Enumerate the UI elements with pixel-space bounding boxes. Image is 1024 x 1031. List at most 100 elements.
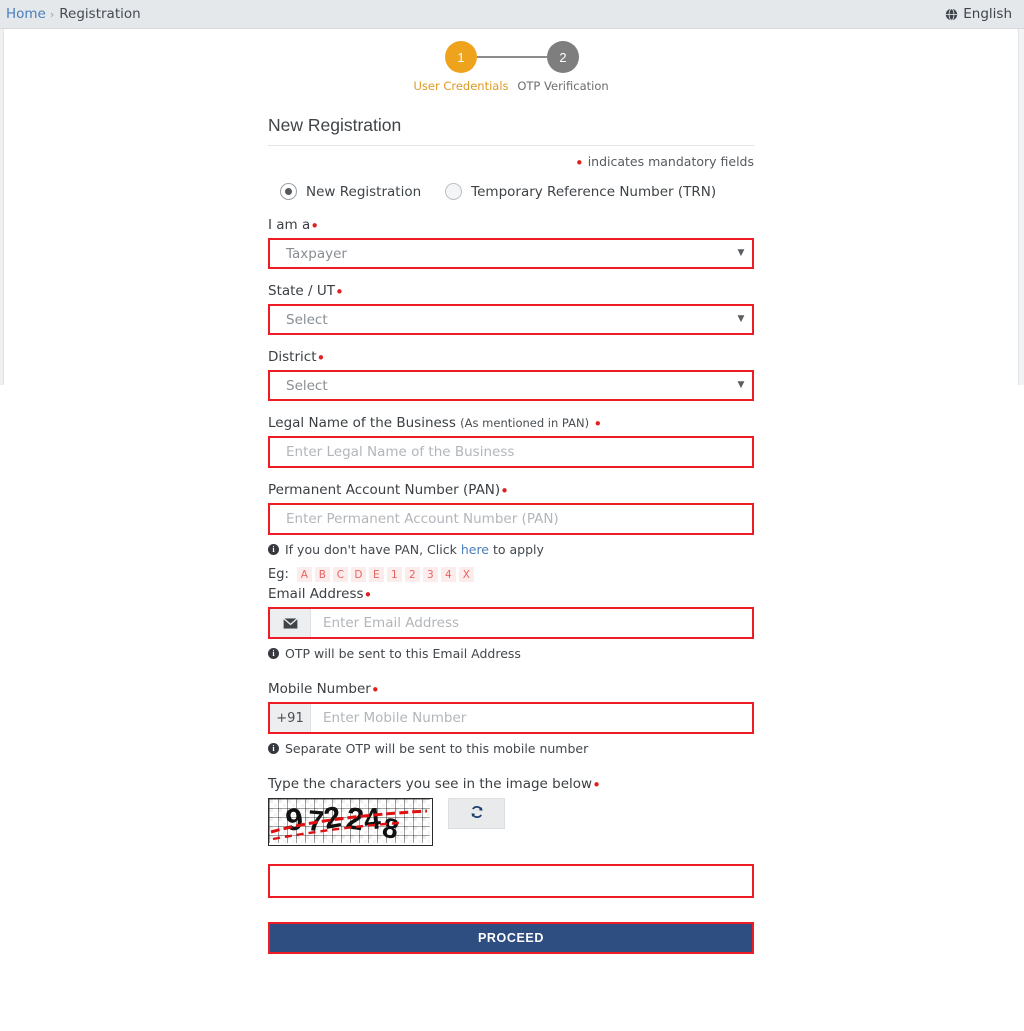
label-i-am-a: I am a• [268,217,754,233]
select-state-ut[interactable]: Select ▼ [268,304,754,335]
radio-trn-label[interactable]: Temporary Reference Number (TRN) [471,184,716,200]
pan-example-char: 4 [441,567,456,582]
step-1-circle[interactable]: 1 [445,41,477,73]
select-i-am-a[interactable]: Taxpayer ▼ [268,238,754,269]
mobile-input[interactable] [311,703,752,733]
pan-hint: i If you don't have PAN, Click here to a… [268,542,754,557]
breadcrumb-home-link[interactable]: Home [6,6,46,22]
language-selector[interactable]: English [945,6,1012,22]
required-marker-i-am-a: • [310,217,319,235]
pan-example-char: X [459,567,474,582]
input-mobile-wrapper[interactable]: +91 [268,702,754,734]
label-captcha: Type the characters you see in the image… [268,776,754,792]
input-email-wrapper[interactable] [268,607,754,639]
field-mobile: Mobile Number• +91 i Separate OTP will b… [268,681,754,756]
select-i-am-a-value: Taxpayer [270,246,730,262]
pan-input[interactable] [270,504,752,534]
step-2-label: OTP Verification [512,79,614,93]
input-captcha-wrapper[interactable] [268,864,754,898]
required-marker-district: • [317,349,326,367]
label-state-ut: State / UT• [268,283,754,299]
pan-example-char: 1 [387,567,402,582]
input-legal-name-wrapper[interactable] [268,436,754,468]
left-gutter-edge [3,29,4,385]
required-marker-legal-name: • [593,415,602,433]
mandatory-fields-note: • indicates mandatory fields [268,154,754,169]
info-icon: i [268,743,279,754]
select-district-value: Select [270,378,730,394]
field-i-am-a: I am a• Taxpayer ▼ [268,217,754,269]
mandatory-marker-icon: • [575,154,584,172]
pan-example-char: E [369,567,384,582]
country-code-prefix: +91 [270,704,311,732]
field-captcha: Type the characters you see in the image… [268,776,754,898]
chevron-down-icon: ▼ [730,315,752,324]
field-pan: Permanent Account Number (PAN)• i If you… [268,482,754,582]
step-1-label: User Credentials [410,79,512,93]
top-bar: Home › Registration English [0,0,1024,29]
registration-form: New Registration • indicates mandatory f… [268,115,754,954]
captcha-input[interactable] [270,865,752,897]
breadcrumb-current: Registration [59,6,140,22]
mandatory-note-text: indicates mandatory fields [588,154,754,169]
chevron-down-icon: ▼ [730,249,752,258]
language-label: English [963,6,1012,22]
email-hint: i OTP will be sent to this Email Address [268,646,754,661]
pan-example-char: B [315,567,330,582]
required-marker-captcha: • [592,776,601,794]
pan-example-char: A [297,567,312,582]
chevron-down-icon: ▼ [730,381,752,390]
pan-hint-after: to apply [493,542,544,557]
step-2-circle[interactable]: 2 [547,41,579,73]
legal-name-input[interactable] [270,437,752,467]
email-hint-text: OTP will be sent to this Email Address [285,646,521,661]
radio-new-registration[interactable] [280,183,297,200]
radio-new-registration-label[interactable]: New Registration [306,184,421,200]
pan-apply-link[interactable]: here [461,542,489,557]
label-legal-name: Legal Name of the Business (As mentioned… [268,415,754,431]
required-marker-pan: • [500,482,509,500]
input-pan-wrapper[interactable] [268,503,754,535]
page-title: New Registration [268,115,754,136]
captcha-image: 9 7 2 2 4 8 [268,798,433,846]
info-icon: i [268,544,279,555]
pan-example-char: 3 [423,567,438,582]
captcha-row: 9 7 2 2 4 8 [268,798,754,846]
required-marker-state-ut: • [335,283,344,301]
registration-type-group: New Registration Temporary Reference Num… [268,183,754,200]
refresh-icon [470,805,484,823]
right-scrollbar-track[interactable] [1019,29,1024,385]
select-district[interactable]: Select ▼ [268,370,754,401]
right-gutter-edge [1018,29,1019,385]
captcha-refresh-button[interactable] [448,798,505,829]
label-email: Email Address• [268,586,754,602]
envelope-icon [270,609,311,637]
proceed-button[interactable]: PROCEED [268,922,754,954]
field-legal-name: Legal Name of the Business (As mentioned… [268,415,754,468]
wizard-stepper: 1 2 User Credentials OTP Verification [387,29,637,93]
label-legal-name-sub: (As mentioned in PAN) [460,416,589,430]
label-mobile: Mobile Number• [268,681,754,697]
required-marker-email: • [364,586,373,604]
info-icon: i [268,648,279,659]
select-state-ut-value: Select [270,312,730,328]
field-email: Email Address• i OTP will be sent to thi… [268,586,754,661]
label-district: District• [268,349,754,365]
email-input[interactable] [311,608,752,638]
radio-trn[interactable] [445,183,462,200]
pan-hint-before: If you don't have PAN, Click [285,542,457,557]
breadcrumb: Home › Registration [6,6,141,22]
mobile-hint: i Separate OTP will be sent to this mobi… [268,741,754,756]
step-connector [477,56,547,58]
field-state-ut: State / UT• Select ▼ [268,283,754,335]
mobile-hint-text: Separate OTP will be sent to this mobile… [285,741,588,756]
pan-example: Eg: A B C D E 1 2 3 4 X [268,567,754,582]
label-pan: Permanent Account Number (PAN)• [268,482,754,498]
pan-example-char: D [351,567,366,582]
field-district: District• Select ▼ [268,349,754,401]
pan-example-label: Eg: [268,567,289,582]
pan-example-char: 2 [405,567,420,582]
globe-icon [945,8,958,21]
title-divider [268,145,754,146]
breadcrumb-separator-icon: › [50,8,54,21]
